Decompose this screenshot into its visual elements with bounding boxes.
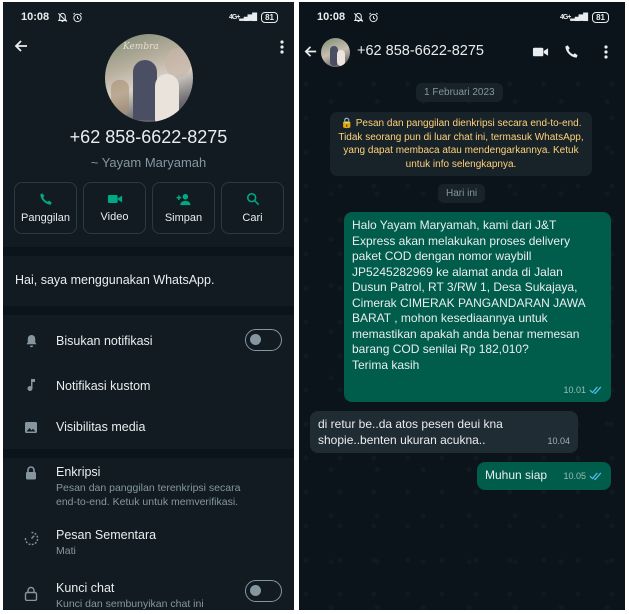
disappearing-messages-title: Pesan Sementara bbox=[56, 528, 157, 542]
section-divider bbox=[3, 449, 294, 458]
disappearing-messages-status: Mati bbox=[56, 545, 76, 557]
signal-icon: 4G+▂▄▆█ bbox=[228, 14, 257, 21]
message-meta: 10.04 bbox=[547, 434, 570, 450]
timer-icon bbox=[24, 531, 38, 545]
message-time: 10.05 bbox=[563, 470, 586, 481]
mute-toggle[interactable] bbox=[245, 329, 282, 351]
add-person-icon bbox=[176, 193, 191, 205]
date-separator: Hari ini bbox=[438, 184, 486, 203]
video-icon bbox=[107, 195, 122, 203]
message-meta: 10.01 bbox=[563, 383, 603, 399]
chat-lock-title: Kunci chat bbox=[56, 581, 115, 595]
search-button-label: Cari bbox=[242, 212, 263, 224]
call-button-label: Panggilan bbox=[21, 212, 70, 224]
media-visibility-label: Visibilitas media bbox=[56, 420, 146, 434]
battery-icon: 81 bbox=[261, 11, 278, 23]
message-text: di retur be..da atos pesen deui kna shop… bbox=[318, 417, 503, 447]
chat-lock-icon bbox=[24, 586, 38, 601]
save-button-label: Simpan bbox=[164, 211, 203, 224]
chat-lock-subtitle: Kunci dan sembunyikan chat ini bbox=[56, 598, 204, 610]
more-options-icon[interactable] bbox=[603, 44, 609, 60]
voice-call-icon[interactable] bbox=[564, 44, 579, 59]
back-arrow-icon[interactable] bbox=[13, 38, 29, 54]
contact-info-screen: 10:08 4G+▂▄▆█ 81 Kembra +62 858-6622-827… bbox=[3, 2, 294, 610]
media-visibility-row[interactable]: Visibilitas media bbox=[3, 418, 294, 438]
message-bubble-outgoing[interactable]: Halo Yayam Maryamah, kami dari J&T Expre… bbox=[344, 212, 611, 402]
read-ticks-icon bbox=[589, 472, 602, 481]
silent-icon bbox=[57, 12, 68, 22]
signal-icon: 4G+▂▄▆█ bbox=[559, 14, 588, 21]
custom-notifications-row[interactable]: Notifikasi kustom bbox=[3, 377, 294, 397]
chat-header: +62 858-6622-8275 bbox=[299, 32, 625, 74]
search-button[interactable]: Cari bbox=[221, 182, 284, 234]
encryption-notice[interactable]: 🔒 Pesan dan panggilan dienkripsi secara … bbox=[330, 112, 592, 176]
avatar[interactable] bbox=[321, 38, 350, 67]
photo-decoration-text: Kembra bbox=[123, 42, 159, 52]
chat-lock-toggle[interactable] bbox=[245, 580, 282, 602]
video-call-icon[interactable] bbox=[532, 46, 549, 58]
date-separator: 1 Februari 2023 bbox=[416, 83, 503, 102]
alarm-icon bbox=[369, 12, 379, 22]
mute-notifications-row[interactable]: Bisukan notifikasi bbox=[3, 329, 294, 356]
custom-notifications-label: Notifikasi kustom bbox=[56, 379, 151, 393]
battery-icon: 81 bbox=[592, 11, 609, 23]
message-meta: 10.05 bbox=[563, 469, 603, 485]
video-call-button[interactable]: Video bbox=[83, 182, 146, 234]
message-time: 10.04 bbox=[547, 435, 570, 446]
image-icon bbox=[25, 421, 37, 433]
encryption-row[interactable]: Enkripsi Pesan dan panggilan terenkripsi… bbox=[3, 465, 294, 509]
phone-icon bbox=[39, 193, 52, 205]
search-icon bbox=[246, 192, 259, 206]
back-arrow-icon[interactable] bbox=[303, 44, 318, 59]
bell-icon bbox=[25, 334, 37, 348]
encryption-subtitle: Pesan dan panggilan terenkripsi secara e… bbox=[56, 482, 241, 508]
music-note-icon bbox=[27, 379, 35, 391]
status-bar: 10:08 4G+▂▄▆█ 81 bbox=[299, 2, 625, 32]
more-options-icon[interactable] bbox=[278, 39, 286, 55]
message-time: 10.01 bbox=[563, 384, 586, 395]
message-bubble-incoming[interactable]: di retur be..da atos pesen deui kna shop… bbox=[310, 411, 578, 453]
chat-screen: 10:08 4G+▂▄▆█ 81 +62 858-6622-8275 1 Feb… bbox=[299, 2, 625, 610]
message-bubble-outgoing[interactable]: Muhun siap 10.05 bbox=[477, 462, 611, 490]
encryption-title: Enkripsi bbox=[56, 465, 101, 479]
save-contact-button[interactable]: Simpan bbox=[152, 182, 215, 234]
call-button[interactable]: Panggilan bbox=[14, 182, 77, 234]
read-ticks-icon bbox=[589, 386, 602, 395]
silent-icon bbox=[353, 12, 364, 22]
chat-title[interactable]: +62 858-6622-8275 bbox=[357, 43, 484, 59]
contact-push-name: ~ Yayam Maryamah bbox=[90, 155, 207, 170]
status-bar: 10:08 4G+▂▄▆█ 81 bbox=[3, 2, 294, 32]
status-time: 10:08 bbox=[21, 11, 50, 23]
section-divider bbox=[3, 247, 294, 256]
status-time: 10:08 bbox=[317, 11, 346, 23]
action-buttons: Panggilan Video Simpan Cari bbox=[14, 182, 284, 234]
mute-notifications-label: Bisukan notifikasi bbox=[56, 334, 153, 348]
about-text: Hai, saya menggunakan WhatsApp. bbox=[15, 273, 215, 287]
section-divider bbox=[3, 306, 294, 315]
chat-lock-row[interactable]: Kunci chat Kunci dan sembunyikan chat in… bbox=[3, 580, 294, 610]
disappearing-messages-row[interactable]: Pesan Sementara Mati bbox=[3, 528, 294, 558]
contact-phone-number: +62 858-6622-8275 bbox=[69, 127, 228, 147]
alarm-icon bbox=[73, 12, 83, 22]
video-button-label: Video bbox=[100, 211, 129, 223]
profile-photo[interactable]: Kembra bbox=[105, 34, 193, 122]
message-text: Halo Yayam Maryamah, kami dari J&T Expre… bbox=[352, 218, 585, 372]
lock-icon bbox=[26, 466, 36, 480]
